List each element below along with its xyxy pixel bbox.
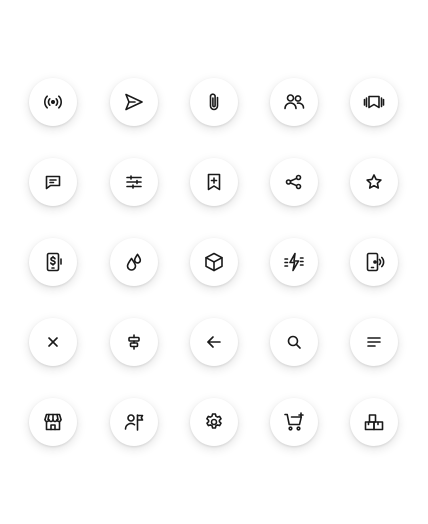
broadcast-icon xyxy=(44,95,62,109)
paperclip-icon xyxy=(209,93,219,111)
flash-off-icon xyxy=(284,252,304,272)
user-flag-button[interactable] xyxy=(110,398,158,446)
attachment-button[interactable] xyxy=(190,78,238,126)
send-button[interactable] xyxy=(110,78,158,126)
bookmark-add-icon xyxy=(207,173,221,191)
align-center-icon xyxy=(128,334,140,350)
storefront-icon xyxy=(44,413,62,431)
cart-add-icon xyxy=(284,412,304,431)
phone-signal-icon xyxy=(366,252,385,272)
back-button[interactable] xyxy=(190,318,238,366)
send-icon xyxy=(125,93,143,111)
mobile-payment-icon xyxy=(46,252,62,272)
share-icon xyxy=(285,174,302,190)
user-flag-icon xyxy=(124,414,144,431)
star-icon xyxy=(366,174,382,189)
close-icon xyxy=(48,337,58,347)
boxes-button[interactable] xyxy=(350,398,398,446)
flash-off-button[interactable] xyxy=(270,238,318,286)
menu-button[interactable] xyxy=(350,318,398,366)
share-button[interactable] xyxy=(270,158,318,206)
mobile-payment-button[interactable] xyxy=(29,238,77,286)
users-icon xyxy=(284,94,305,110)
message-button[interactable] xyxy=(29,158,77,206)
settings-button[interactable] xyxy=(190,398,238,446)
add-to-cart-button[interactable] xyxy=(270,398,318,446)
message-icon xyxy=(45,175,61,190)
align-center-button[interactable] xyxy=(110,318,158,366)
filters-button[interactable] xyxy=(110,158,158,206)
carousel-icon xyxy=(363,95,385,109)
boxes-icon xyxy=(364,414,384,431)
close-button[interactable] xyxy=(29,318,77,366)
menu-lines-icon xyxy=(367,337,381,347)
search-icon xyxy=(287,335,301,349)
box-icon xyxy=(205,252,223,272)
store-button[interactable] xyxy=(29,398,77,446)
box-button[interactable] xyxy=(190,238,238,286)
bookmark-add-button[interactable] xyxy=(190,158,238,206)
droplets-icon xyxy=(126,253,142,271)
phone-signal-button[interactable] xyxy=(350,238,398,286)
users-button[interactable] xyxy=(270,78,318,126)
gear-icon xyxy=(206,413,222,429)
search-button[interactable] xyxy=(270,318,318,366)
arrow-left-icon xyxy=(207,336,221,348)
droplets-button[interactable] xyxy=(110,238,158,286)
favorite-button[interactable] xyxy=(350,158,398,206)
broadcast-button[interactable] xyxy=(29,78,77,126)
carousel-button[interactable] xyxy=(350,78,398,126)
sliders-icon xyxy=(126,175,142,189)
icon-grid xyxy=(0,0,428,524)
